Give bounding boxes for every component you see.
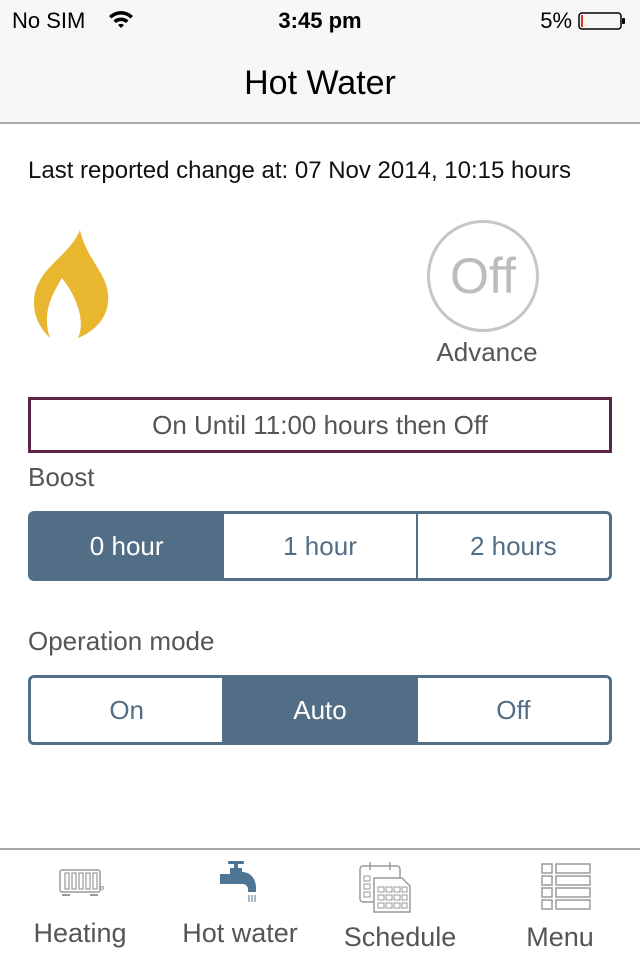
navigation-bar: Hot Water (0, 40, 640, 124)
page-title: Hot Water (244, 64, 396, 102)
mode-option-auto[interactable]: Auto (222, 678, 416, 742)
boost-option-2-hours[interactable]: 2 hours (415, 514, 609, 578)
list-icon (541, 863, 591, 910)
tab-heating-label: Heating (33, 918, 127, 948)
last-reported-change: Last reported change at: 07 Nov 2014, 10… (28, 157, 572, 184)
calendar-icon (359, 862, 411, 913)
boost-option-1-hour[interactable]: 1 hour (222, 514, 416, 578)
operation-mode-label: Operation mode (28, 626, 215, 656)
radiator-icon (59, 869, 104, 896)
mode-option-on[interactable]: On (31, 678, 223, 742)
schedule-status-banner: On Until 11:00 hours then Off (28, 397, 612, 453)
boost-segmented-control: 0 hour 1 hour 2 hours (28, 511, 612, 581)
battery-percent: 5% (540, 8, 572, 33)
flame-icon (33, 230, 109, 338)
tab-schedule[interactable]: Schedule (320, 850, 480, 960)
advance-state: Off (450, 248, 516, 304)
tab-hot-water[interactable]: Hot water (160, 850, 320, 960)
operation-mode-segmented-control: On Auto Off (28, 675, 612, 745)
status-bar: No SIM 3:45 pm 5% (0, 0, 640, 40)
tab-hot-water-label: Hot water (182, 918, 298, 948)
advance-label: Advance (436, 337, 538, 367)
tab-heating[interactable]: Heating (0, 850, 160, 960)
boost-option-0-hour[interactable]: 0 hour (31, 514, 223, 578)
mode-option-off[interactable]: Off (415, 678, 609, 742)
boost-label: Boost (28, 462, 95, 492)
tap-icon (220, 861, 256, 902)
advance-button[interactable]: Off (427, 220, 539, 332)
battery-icon (578, 12, 625, 30)
tab-menu-label: Menu (526, 922, 594, 952)
tab-menu[interactable]: Menu (480, 850, 640, 960)
tab-bar: Heating Hot water Schedule Menu (0, 848, 640, 960)
tab-schedule-label: Schedule (343, 922, 457, 952)
